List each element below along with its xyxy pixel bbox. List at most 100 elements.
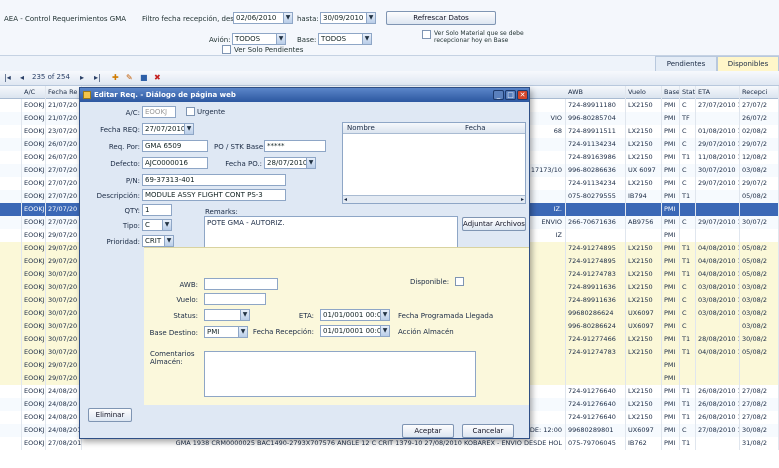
col-header-vuelo[interactable]: Vuelo bbox=[626, 86, 662, 99]
row-selector[interactable] bbox=[0, 112, 22, 125]
row-selector[interactable] bbox=[0, 164, 22, 177]
calendar-dropdown-icon[interactable]: ▼ bbox=[184, 124, 193, 134]
awb-input[interactable] bbox=[204, 278, 278, 290]
col-header-base[interactable]: Base bbox=[662, 86, 680, 99]
row-selector[interactable] bbox=[0, 385, 22, 398]
row-selector[interactable] bbox=[0, 294, 22, 307]
base-select[interactable]: TODOS ▼ bbox=[318, 33, 372, 45]
row-selector[interactable] bbox=[0, 346, 22, 359]
cell-recepcion: 03/08/2 bbox=[740, 320, 779, 333]
comentarios-textarea[interactable] bbox=[204, 351, 476, 397]
cancelar-button[interactable]: Cancelar bbox=[462, 424, 514, 438]
chevron-down-icon[interactable]: ▼ bbox=[276, 34, 285, 44]
row-selector[interactable] bbox=[0, 372, 22, 385]
cell-stat: C bbox=[680, 424, 696, 437]
refresh-button[interactable]: Refrescar Datos bbox=[386, 11, 496, 25]
chevron-down-icon[interactable]: ▼ bbox=[362, 34, 371, 44]
row-selector[interactable] bbox=[0, 437, 22, 450]
fecha-req-input[interactable]: 27/07/2010 ▼ bbox=[142, 123, 194, 135]
aceptar-button[interactable]: Aceptar bbox=[402, 424, 454, 438]
last-record-icon[interactable]: ▸| bbox=[94, 73, 101, 82]
vuelo-input[interactable] bbox=[204, 293, 266, 305]
adjuntar-archivos-button[interactable]: Adjuntar Archivos bbox=[462, 217, 526, 231]
avion-select[interactable]: TODOS ▼ bbox=[232, 33, 286, 45]
row-selector[interactable] bbox=[0, 307, 22, 320]
tab-pendientes[interactable]: Pendientes bbox=[655, 56, 717, 71]
col-header-awb[interactable]: AWB bbox=[566, 86, 626, 99]
row-selector[interactable] bbox=[0, 411, 22, 424]
cell-vuelo: UX6097 bbox=[626, 307, 662, 320]
chevron-down-icon[interactable]: ▼ bbox=[162, 220, 171, 230]
row-selector[interactable] bbox=[0, 424, 22, 437]
prev-record-icon[interactable]: ◂ bbox=[20, 73, 24, 82]
col-header-ac[interactable]: A/C bbox=[22, 86, 46, 99]
cell-fecha: 29/07/20 bbox=[46, 229, 82, 242]
row-selector[interactable] bbox=[0, 203, 22, 216]
calendar-dropdown-icon[interactable]: ▼ bbox=[366, 13, 375, 23]
calendar-dropdown-icon[interactable]: ▼ bbox=[283, 13, 292, 23]
first-record-icon[interactable]: |◂ bbox=[4, 73, 11, 82]
row-selector[interactable] bbox=[0, 99, 22, 112]
date-from-input[interactable]: 02/06/2010 ▼ bbox=[233, 12, 293, 24]
row-selector[interactable] bbox=[0, 255, 22, 268]
disponible-checkbox[interactable] bbox=[455, 277, 464, 286]
row-selector[interactable] bbox=[0, 125, 22, 138]
cell-recepcion: 05/08/2 bbox=[740, 346, 779, 359]
col-header-stat[interactable]: Stat. bbox=[680, 86, 696, 99]
fecha-recepcion-input[interactable]: 01/01/0001 00:00 ▼ bbox=[320, 325, 390, 337]
row-selector[interactable] bbox=[0, 177, 22, 190]
fecha-po-input[interactable]: 28/07/2010 ▼ bbox=[264, 157, 316, 169]
delete-icon[interactable]: ✖ bbox=[154, 73, 161, 82]
calendar-dropdown-icon[interactable]: ▼ bbox=[380, 326, 389, 336]
calendar-dropdown-icon[interactable]: ▼ bbox=[380, 310, 389, 320]
calendar-dropdown-icon[interactable]: ▼ bbox=[306, 158, 315, 168]
qty-input[interactable]: 1 bbox=[142, 204, 172, 216]
row-selector[interactable] bbox=[0, 359, 22, 372]
eliminar-button[interactable]: Eliminar bbox=[88, 408, 132, 422]
descripcion-input[interactable]: MODULE ASSY FLIGHT CONT PS-3 bbox=[142, 189, 286, 201]
row-selector[interactable] bbox=[0, 151, 22, 164]
row-selector[interactable] bbox=[0, 229, 22, 242]
chevron-down-icon[interactable]: ▼ bbox=[240, 310, 249, 320]
row-selector[interactable] bbox=[0, 216, 22, 229]
maximize-icon[interactable]: □ bbox=[505, 90, 516, 100]
tab-disponibles[interactable]: Disponibles bbox=[717, 56, 779, 71]
check-material-hoy[interactable] bbox=[422, 30, 431, 39]
close-icon[interactable]: ✕ bbox=[517, 90, 528, 100]
date-to-input[interactable]: 30/09/2010 ▼ bbox=[320, 12, 376, 24]
cell-stat: C bbox=[680, 294, 696, 307]
row-selector[interactable] bbox=[0, 281, 22, 294]
row-selector[interactable] bbox=[0, 190, 22, 203]
row-selector[interactable] bbox=[0, 242, 22, 255]
check-pendientes[interactable] bbox=[222, 45, 231, 54]
col-header-eta[interactable]: ETA bbox=[696, 86, 740, 99]
eta-input[interactable]: 01/01/0001 00:00 ▼ bbox=[320, 309, 390, 321]
row-selector[interactable] bbox=[0, 268, 22, 281]
attachments-scrollbar[interactable]: ◂ ▸ bbox=[343, 195, 525, 203]
row-selector[interactable] bbox=[0, 138, 22, 151]
defecto-input[interactable]: AJC0000016 bbox=[142, 157, 208, 169]
req-por-input[interactable]: GMA 6509 bbox=[142, 140, 208, 152]
next-record-icon[interactable]: ▸ bbox=[80, 73, 84, 82]
cell-recepcion: 03/08/2 bbox=[740, 294, 779, 307]
chevron-down-icon[interactable]: ▼ bbox=[164, 236, 173, 246]
cell-ac: EOOKJ bbox=[22, 216, 46, 229]
urgente-checkbox[interactable] bbox=[186, 107, 195, 116]
scroll-right-icon[interactable]: ▸ bbox=[521, 196, 524, 203]
attachments-list[interactable]: Nombre Fecha ◂ ▸ bbox=[342, 122, 526, 204]
save-icon[interactable]: ■ bbox=[140, 73, 148, 82]
row-selector[interactable] bbox=[0, 398, 22, 411]
minimize-icon[interactable]: _ bbox=[493, 90, 504, 100]
tipo-select[interactable]: C ▼ bbox=[142, 219, 172, 231]
prioridad-select[interactable]: CRIT ▼ bbox=[142, 235, 174, 247]
pn-input[interactable]: 69-37313-401 bbox=[142, 174, 286, 186]
scroll-left-icon[interactable]: ◂ bbox=[344, 196, 347, 203]
col-header-recepcion[interactable]: Recepci bbox=[740, 86, 779, 99]
row-selector[interactable] bbox=[0, 333, 22, 346]
add-icon[interactable]: ✚ bbox=[112, 73, 119, 82]
col-header-fecha[interactable]: Fecha Re bbox=[46, 86, 82, 99]
edit-icon[interactable]: ✎ bbox=[126, 73, 133, 82]
po-stk-input[interactable]: ***** bbox=[264, 140, 326, 152]
status-select[interactable]: ▼ bbox=[204, 309, 250, 321]
row-selector[interactable] bbox=[0, 320, 22, 333]
